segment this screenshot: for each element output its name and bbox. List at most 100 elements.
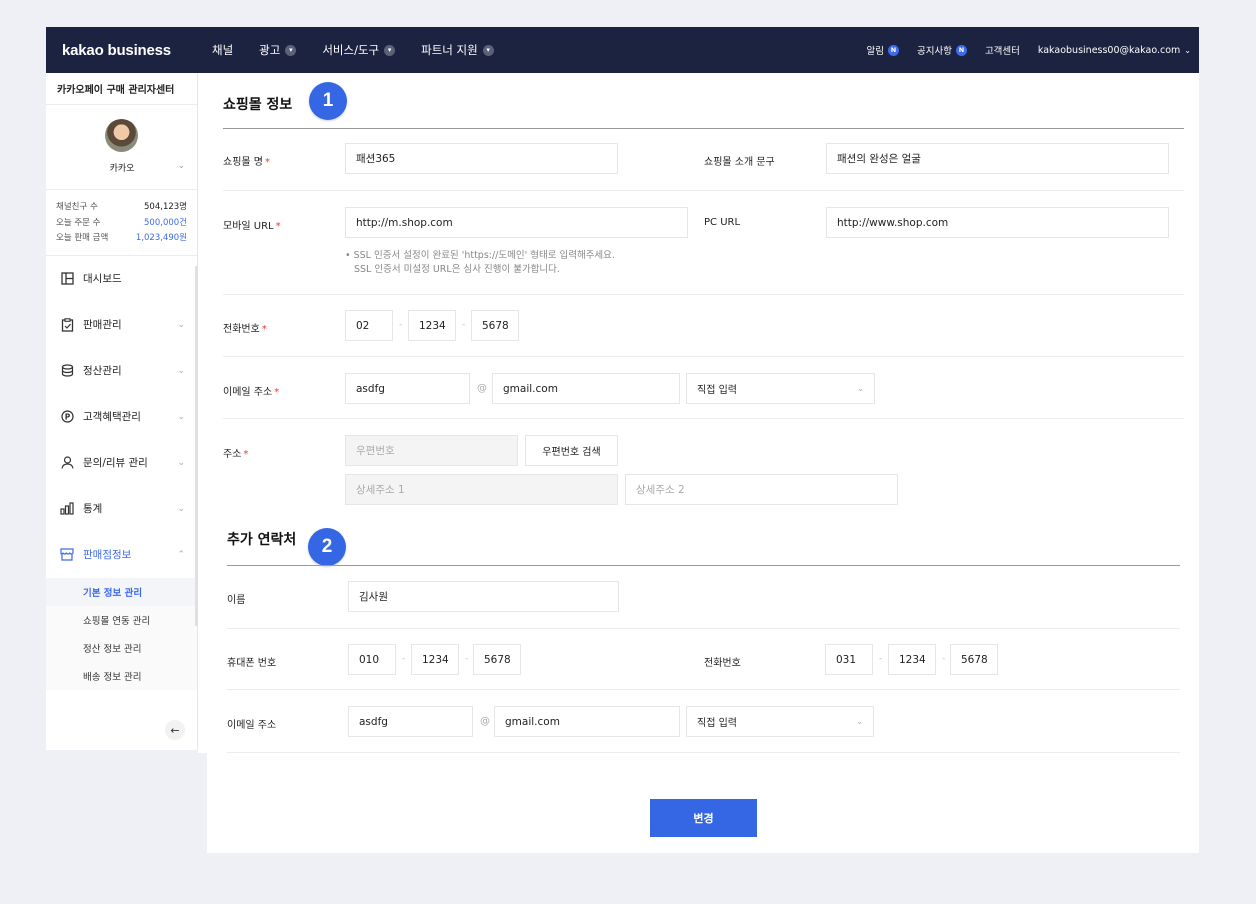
nav-services-tools[interactable]: 서비스/도구 ▾ (322, 42, 396, 58)
profile-switcher[interactable]: 카카오 ⌄ (46, 105, 197, 190)
contact-phone-area-input[interactable]: 031 (825, 644, 873, 675)
chevron-down-icon: ⌄ (857, 384, 864, 393)
submenu-basic-info[interactable]: 기본 정보 관리 (46, 577, 197, 606)
stat-value: 504,123명 (144, 202, 187, 212)
mobile-last-input[interactable]: 5678 (473, 644, 521, 675)
store-info-submenu: 기본 정보 관리 쇼핑몰 연동 관리 정산 정보 관리 배송 정보 관리 (46, 577, 197, 690)
sidebar-item-label: 정산관리 (83, 365, 122, 377)
sidebar-item-label: 통계 (83, 503, 103, 515)
mobile-url-input[interactable]: http://m.shop.com (345, 207, 688, 238)
shop-intro-input[interactable]: 패션의 완성은 얼굴 (826, 143, 1169, 174)
brand-logo[interactable]: kakao business (62, 42, 212, 59)
address-detail-2-input[interactable]: 상세주소 2 (625, 474, 898, 505)
required-mark: * (274, 387, 280, 398)
chevron-down-icon: ⌄ (177, 503, 185, 514)
dash-separator: - (942, 654, 946, 664)
nav-ads[interactable]: 광고 ▾ (259, 42, 297, 58)
clipboard-icon (60, 317, 74, 332)
chevron-down-icon: ⌄ (856, 717, 863, 726)
email-domain-select[interactable]: 직접 입력 ⌄ (686, 373, 875, 404)
top-navigation-bar: kakao business 채널 광고 ▾ 서비스/도구 ▾ 파트너 지원 ▾ 알림… (46, 27, 1199, 73)
phone-area-input[interactable]: 02 (345, 310, 393, 341)
label-text: 주소 (223, 449, 242, 460)
section-divider (223, 128, 1184, 129)
sidebar-item-sales[interactable]: 판매관리 ⌄ (46, 302, 197, 348)
address-detail-1-input[interactable]: 상세주소 1 (345, 474, 618, 505)
contact-email-domain-input[interactable]: gmail.com (494, 706, 680, 737)
mobile-prefix-input[interactable]: 010 (348, 644, 396, 675)
email-label: 이메일 주소 * (223, 383, 279, 398)
notice-link[interactable]: 공지사항 N (917, 43, 967, 57)
chevron-down-icon: ⌄ (1184, 45, 1191, 55)
account-menu[interactable]: kakaobusiness00@kakao.com ⌄ (1038, 45, 1191, 56)
chevron-up-icon: ⌃ (177, 549, 185, 560)
mobile-url-label: 모바일 URL * (223, 217, 281, 232)
contact-email-id-input[interactable]: asdfg (348, 706, 473, 737)
pc-url-input[interactable]: http://www.shop.com (826, 207, 1169, 238)
at-sign: @ (477, 383, 487, 394)
database-icon (60, 364, 74, 378)
svg-text:P: P (64, 412, 70, 421)
ssl-help-line: • SSL 인증서 설정이 완료된 'https://도메인' 형태로 입력해주… (345, 250, 615, 261)
main-nav: 채널 광고 ▾ 서비스/도구 ▾ 파트너 지원 ▾ (212, 42, 520, 58)
nav-partner-support[interactable]: 파트너 지원 ▾ (421, 42, 494, 58)
contact-phone-middle-input[interactable]: 1234 (888, 644, 936, 675)
sidebar-item-statistics[interactable]: 통계 ⌄ (46, 486, 197, 532)
contact-phone-last-input[interactable]: 5678 (950, 644, 998, 675)
required-mark: * (261, 324, 267, 335)
stat-row: 오늘 주문 수 500,000건 (56, 216, 187, 228)
dash-separator: - (465, 654, 469, 664)
label-text: 전화번호 (223, 324, 260, 335)
sidebar-item-dashboard[interactable]: 대시보드 (46, 256, 197, 302)
notice-label: 공지사항 (916, 46, 952, 57)
sidebar-item-label: 고객혜택관리 (83, 411, 141, 423)
contact-email-domain-select[interactable]: 직접 입력 ⌄ (686, 706, 874, 737)
required-mark: * (275, 221, 281, 232)
collapse-sidebar-button[interactable]: ← (165, 720, 185, 740)
mobile-middle-input[interactable]: 1234 (411, 644, 459, 675)
email-id-input[interactable]: asdfg (345, 373, 470, 404)
sidebar: 카카오페이 구매 관리자센터 카카오 ⌄ 채널친구 수 504,123명 오늘 주… (46, 73, 198, 750)
section-title-shop-info: 쇼핑몰 정보 (223, 97, 293, 113)
header-right: 알림 N 공지사항 N 고객센터 kakaobusiness00@kakao.com… (848, 43, 1191, 57)
section-divider (227, 565, 1180, 566)
nav-channel[interactable]: 채널 (212, 42, 233, 58)
submit-change-button[interactable]: 변경 (650, 799, 757, 837)
stat-label: 오늘 주문 수 (56, 217, 101, 228)
chevron-down-icon: ⌄ (177, 411, 185, 422)
row-divider (227, 752, 1180, 753)
phone-middle-input[interactable]: 1234 (408, 310, 456, 341)
submenu-settlement-info[interactable]: 정산 정보 관리 (46, 634, 197, 662)
contact-name-input[interactable]: 김사원 (348, 581, 619, 612)
at-sign: @ (480, 716, 490, 727)
email-domain-input[interactable]: gmail.com (492, 373, 680, 404)
contact-email-label: 이메일 주소 (227, 720, 277, 731)
sidebar-item-customer-benefits[interactable]: P 고객혜택관리 ⌄ (46, 394, 197, 440)
ssl-help-line: SSL 인증서 미설정 URL은 심사 진행이 불가합니다. (354, 264, 560, 275)
alerts-link[interactable]: 알림 N (866, 43, 899, 57)
pc-url-label: PC URL (704, 217, 741, 228)
stat-label: 오늘 판매 금액 (56, 233, 109, 243)
submenu-delivery-info[interactable]: 배송 정보 관리 (46, 662, 197, 690)
phone-label: 전화번호 * (223, 320, 267, 335)
phone-last-input[interactable]: 5678 (471, 310, 519, 341)
chevron-down-icon: ⌄ (177, 457, 185, 468)
bar-chart-icon (60, 502, 74, 516)
sidebar-title: 카카오페이 구매 관리자센터 (46, 73, 197, 105)
dashboard-icon (60, 272, 74, 286)
sidebar-item-store-info[interactable]: 판매점정보 ⌃ (46, 532, 197, 578)
submenu-shop-integration[interactable]: 쇼핑몰 연동 관리 (46, 606, 197, 634)
support-link[interactable]: 고객센터 (985, 43, 1020, 57)
sidebar-item-settlement[interactable]: 정산관리 ⌄ (46, 348, 197, 394)
shop-name-input[interactable]: 패션365 (345, 143, 618, 174)
profile-name: 카카오 (109, 164, 135, 174)
label-text: 이메일 주소 (223, 387, 273, 398)
zipcode-input[interactable]: 우편번호 (345, 435, 518, 466)
zipcode-search-button[interactable]: 우편번호 검색 (525, 435, 618, 466)
stat-value: 1,023,490원 (135, 233, 187, 243)
sidebar-item-inquiry-review[interactable]: 문의/리뷰 관리 ⌄ (46, 440, 197, 486)
nav-services-label: 서비스/도구 (322, 43, 380, 57)
dash-separator: - (399, 320, 403, 330)
point-icon: P (60, 410, 74, 424)
select-value: 직접 입력 (697, 385, 737, 396)
